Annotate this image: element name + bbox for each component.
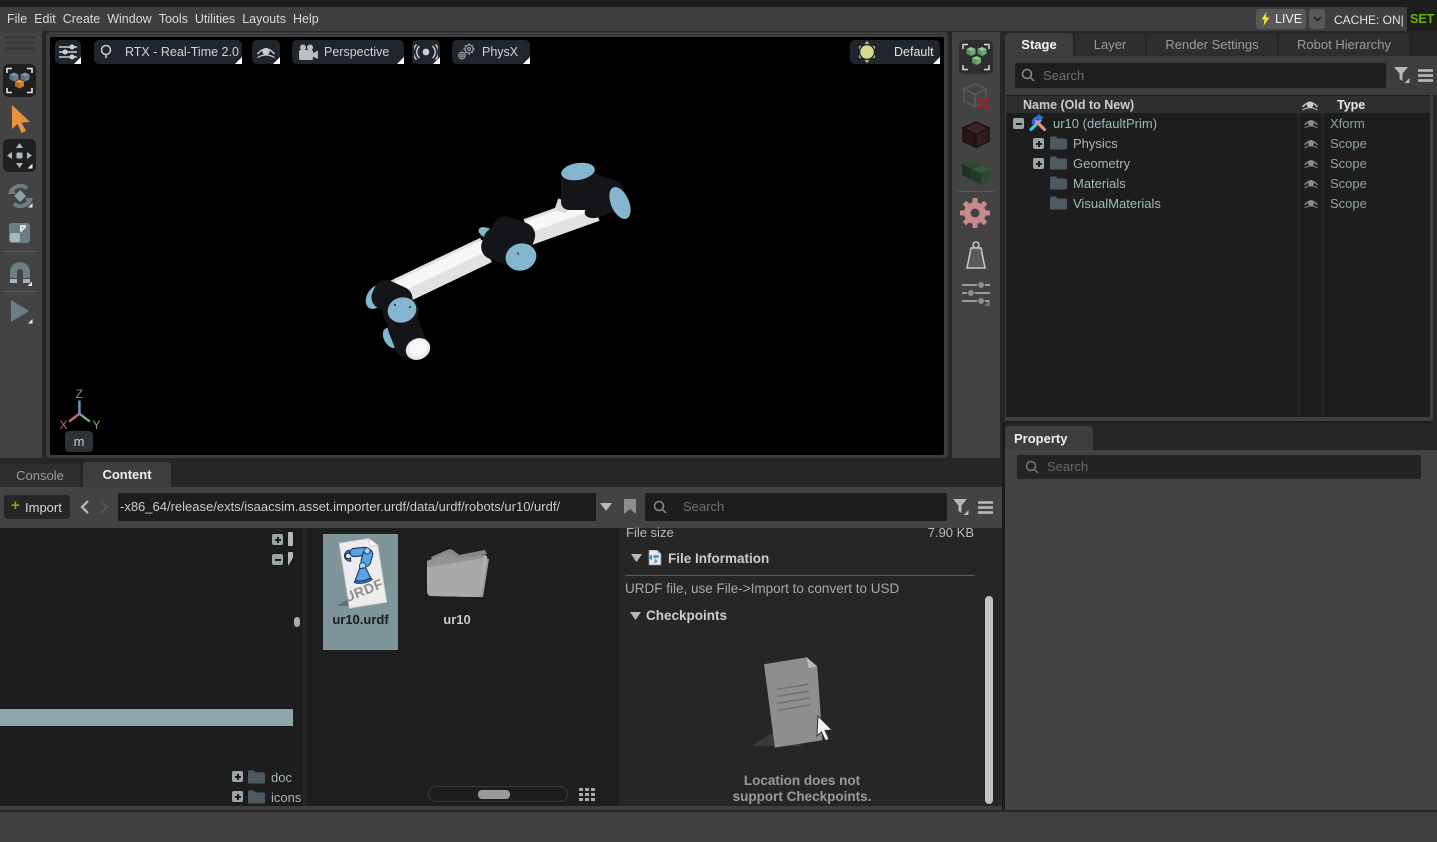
svg-text:Z: Z (76, 387, 83, 401)
svg-text:X: X (60, 418, 68, 432)
svg-text:Y: Y (93, 418, 101, 432)
